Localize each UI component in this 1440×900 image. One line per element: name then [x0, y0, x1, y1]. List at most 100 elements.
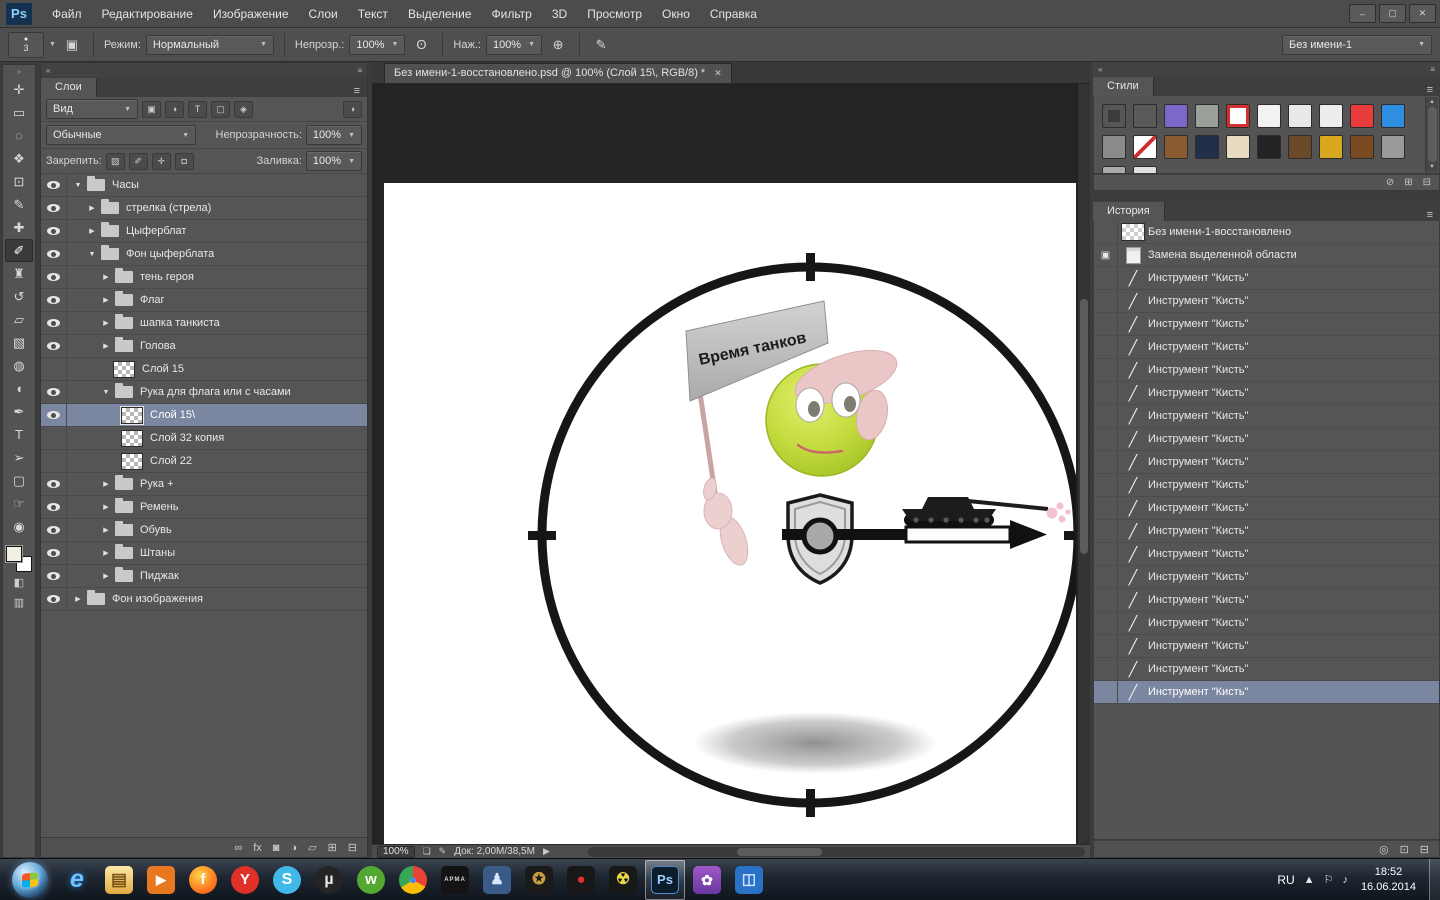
blur-tool[interactable]: ◍ [5, 354, 33, 377]
visibility-toggle[interactable] [41, 220, 67, 242]
expand-collapse-icon[interactable] [99, 503, 113, 511]
taskbar-image-viewer[interactable]: ◫ [729, 860, 769, 900]
tablet-pressure-icon[interactable]: ✎ [590, 34, 612, 56]
visibility-toggle[interactable] [41, 427, 67, 449]
taskbar-media-player[interactable]: ▶ [141, 860, 181, 900]
visibility-toggle[interactable] [41, 289, 67, 311]
dock-collapse-icon[interactable]: « [1098, 65, 1102, 74]
expand-collapse-icon[interactable] [99, 572, 113, 580]
hand-tool[interactable]: ☞ [5, 492, 33, 515]
layers-fill-field[interactable]: 100%▼ [306, 151, 362, 171]
opacity-field[interactable]: 100%▼ [349, 35, 405, 55]
layer-name[interactable]: Фон цыферблата [126, 248, 214, 260]
new-layer-icon[interactable]: ⊞ [328, 841, 337, 854]
visibility-toggle[interactable] [41, 335, 67, 357]
scroll-down-icon[interactable]: ▼ [1429, 164, 1435, 170]
history-source-toggle[interactable] [1094, 244, 1118, 266]
style-swatch[interactable] [1319, 104, 1343, 128]
lock-pixels-icon[interactable]: ✐ [129, 153, 148, 170]
layer-name[interactable]: Пиджак [140, 570, 179, 582]
taskbar-skype[interactable]: S [267, 860, 307, 900]
expand-collapse-icon[interactable] [85, 251, 99, 258]
show-desktop-button[interactable] [1429, 859, 1440, 900]
layer-thumbnail[interactable] [121, 430, 143, 447]
eraser-tool[interactable]: ▱ [5, 308, 33, 331]
delete-style-icon[interactable]: ⊟ [1423, 177, 1431, 188]
layer-row[interactable]: Слой 22 [41, 450, 367, 473]
taskbar-utorrent[interactable]: µ [309, 860, 349, 900]
expand-collapse-icon[interactable] [99, 526, 113, 534]
layer-row[interactable]: Слой 15 [41, 358, 367, 381]
history-source-toggle[interactable] [1094, 612, 1118, 634]
dock-collapse-icon[interactable]: « [46, 66, 50, 75]
visibility-toggle[interactable] [41, 243, 67, 265]
layers-blend-mode-dropdown[interactable]: Обычные▼ [46, 125, 196, 145]
taskbar-photoshop[interactable]: Ps [645, 860, 685, 900]
layer-name[interactable]: Ремень [140, 501, 178, 513]
status-arrow-icon[interactable]: ▶ [543, 846, 550, 857]
quick-mask-toggle[interactable]: ◧ [5, 572, 33, 592]
layer-mask-icon[interactable]: ◙ [273, 842, 280, 854]
layer-row[interactable]: Слой 32 копия [41, 427, 367, 450]
panel-menu-icon[interactable]: ≡ [1420, 84, 1440, 96]
start-button[interactable] [12, 862, 48, 898]
visibility-toggle[interactable] [41, 519, 67, 541]
visibility-toggle[interactable] [41, 473, 67, 495]
layer-row[interactable]: стрелка (стрела) [41, 197, 367, 220]
close-button[interactable]: ✕ [1409, 4, 1436, 23]
layer-name[interactable]: Голова [140, 340, 176, 352]
delete-layer-icon[interactable]: ⊟ [348, 841, 357, 854]
layer-name[interactable]: Слой 22 [150, 455, 192, 467]
scrollbar-thumb[interactable] [737, 848, 822, 856]
marquee-tool[interactable]: ▭ [5, 101, 33, 124]
zoom-field[interactable]: 100% [377, 846, 415, 858]
path-selection-tool[interactable]: ➢ [5, 446, 33, 469]
history-source-toggle[interactable] [1094, 589, 1118, 611]
visibility-toggle[interactable] [41, 565, 67, 587]
style-swatch[interactable] [1381, 104, 1405, 128]
layer-name[interactable]: Флаг [140, 294, 165, 306]
layer-thumbnail[interactable] [121, 407, 143, 424]
taskbar-winamp[interactable]: w [351, 860, 391, 900]
style-swatch[interactable] [1257, 135, 1281, 159]
layer-row[interactable]: Рука + [41, 473, 367, 496]
layer-name[interactable]: Часы [112, 179, 139, 191]
style-swatch[interactable] [1164, 104, 1188, 128]
style-swatch[interactable] [1195, 135, 1219, 159]
lock-transparency-icon[interactable]: ▨ [106, 153, 125, 170]
history-step[interactable]: Инструмент "Кисть" [1094, 520, 1439, 543]
history-source-toggle[interactable] [1094, 543, 1118, 565]
tab-layers[interactable]: Слои [41, 78, 97, 97]
history-source-toggle[interactable] [1094, 658, 1118, 680]
expand-collapse-icon[interactable] [99, 319, 113, 327]
history-step[interactable]: Инструмент "Кисть" [1094, 474, 1439, 497]
link-layers-icon[interactable]: ∞ [234, 842, 242, 854]
layer-row[interactable]: Слой 15\ [41, 404, 367, 427]
show-hidden-icons[interactable]: ▲ [1304, 874, 1315, 886]
filter-adjustment-icon[interactable]: ◑ [165, 101, 184, 118]
layer-name[interactable]: Слой 32 копия [150, 432, 224, 444]
toggle-brush-panel-icon[interactable]: ▣ [61, 34, 83, 56]
history-source-toggle[interactable] [1094, 635, 1118, 657]
layer-row[interactable]: Ремень [41, 496, 367, 519]
new-snapshot-icon[interactable]: ⊡ [1400, 843, 1409, 856]
history-source-toggle[interactable] [1094, 336, 1118, 358]
history-step[interactable]: Инструмент "Кисть" [1094, 267, 1439, 290]
visibility-toggle[interactable] [41, 542, 67, 564]
taskbar-chrome[interactable]: ● [393, 860, 433, 900]
layer-name[interactable]: Слой 15 [142, 363, 184, 375]
visibility-toggle[interactable] [41, 404, 67, 426]
history-step[interactable]: Инструмент "Кисть" [1094, 612, 1439, 635]
layer-row[interactable]: Голова [41, 335, 367, 358]
history-step[interactable]: Инструмент "Кисть" [1094, 428, 1439, 451]
layer-name[interactable]: Рука + [140, 478, 174, 490]
history-step[interactable]: Без имени-1-восстановлено [1094, 221, 1439, 244]
history-source-toggle[interactable] [1094, 497, 1118, 519]
layer-fx-icon[interactable]: fx [253, 842, 262, 854]
lasso-tool[interactable]: ◌ [5, 124, 33, 147]
history-source-toggle[interactable] [1094, 520, 1118, 542]
history-step[interactable]: Инструмент "Кисть" [1094, 313, 1439, 336]
expand-collapse-icon[interactable] [71, 182, 85, 189]
taskbar-explorer[interactable]: ▤ [99, 860, 139, 900]
style-swatch[interactable] [1133, 104, 1157, 128]
